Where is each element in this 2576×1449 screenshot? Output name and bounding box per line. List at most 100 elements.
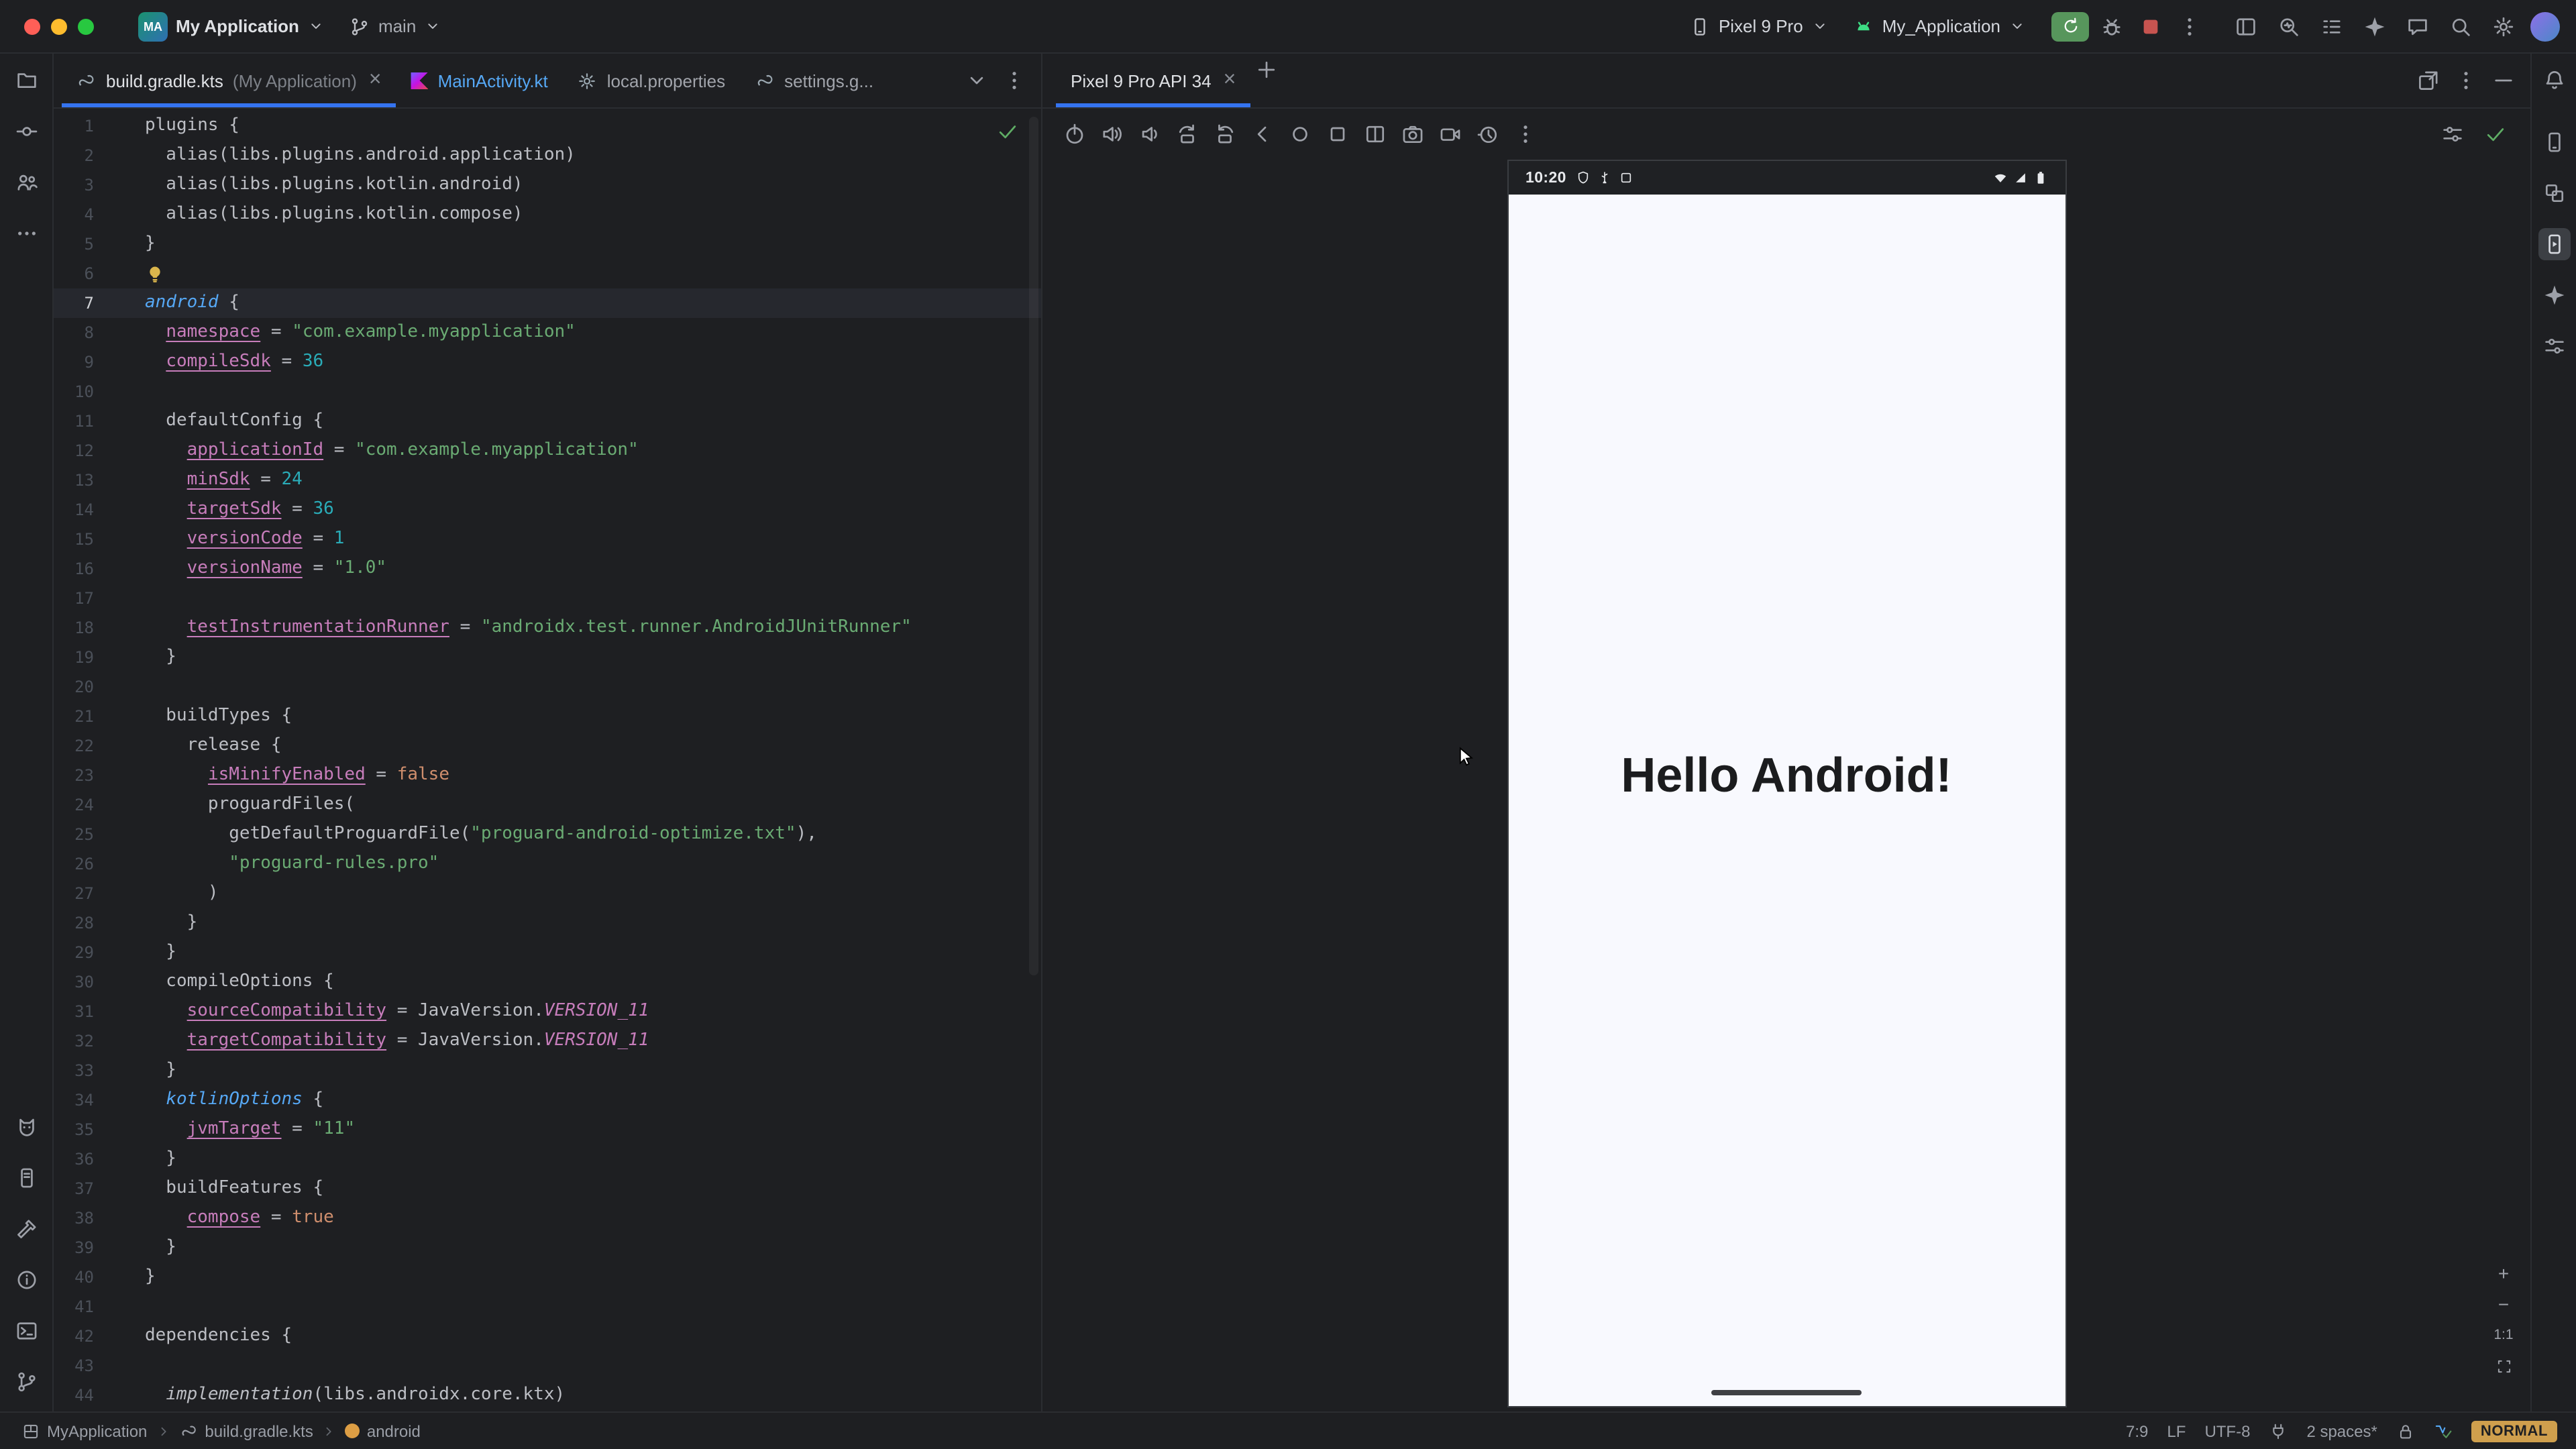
home-icon[interactable] (1284, 117, 1316, 150)
resource-manager-icon[interactable] (2538, 177, 2570, 209)
code-line[interactable]: 13 minSdk = 24 (54, 466, 1041, 495)
power-icon[interactable] (1059, 117, 1091, 150)
terminal-icon[interactable] (10, 1315, 42, 1347)
logcat-icon[interactable] (10, 1111, 42, 1143)
check-icon[interactable] (2479, 117, 2512, 150)
code-line[interactable]: 17 (54, 584, 1041, 613)
code-line[interactable]: 23 isMinifyEnabled = false (54, 761, 1041, 790)
editor-tab[interactable]: build.gradle.kts(My Application)× (62, 54, 396, 107)
code-line[interactable]: 35 jvmTarget = "11" (54, 1115, 1041, 1144)
code-line[interactable]: 4 alias(libs.plugins.kotlin.compose) (54, 200, 1041, 229)
debug-button[interactable] (2096, 10, 2128, 42)
code-line[interactable]: 44 implementation(libs.androidx.core.ktx… (54, 1381, 1041, 1410)
editor-tab[interactable]: settings.g... (740, 54, 888, 107)
breadcrumb-item[interactable]: android (345, 1421, 421, 1440)
open-window-icon[interactable] (2412, 64, 2445, 97)
minimize-icon[interactable] (2487, 64, 2520, 97)
zoom-to-fit-button[interactable] (2490, 1355, 2517, 1377)
code-search-icon[interactable] (2273, 10, 2305, 42)
code-line[interactable]: 32 targetCompatibility = JavaVersion.VER… (54, 1026, 1041, 1056)
emulator-screen[interactable]: 10:20 Hello Android! (1507, 160, 2066, 1407)
code-line[interactable]: 14 targetSdk = 36 (54, 495, 1041, 525)
code-line[interactable]: 16 versionName = "1.0" (54, 554, 1041, 584)
snapshots-icon[interactable] (1472, 117, 1504, 150)
inspections-ok-icon[interactable] (996, 119, 1020, 144)
volume-up-icon[interactable] (1096, 117, 1128, 150)
breadcrumb-item[interactable]: build.gradle.kts (179, 1421, 313, 1440)
device-manager-icon[interactable] (2538, 126, 2570, 158)
code-line[interactable]: 5} (54, 229, 1041, 259)
code-line[interactable]: 2 alias(libs.plugins.android.application… (54, 141, 1041, 170)
code-line[interactable]: 22 release { (54, 731, 1041, 761)
notifications-icon[interactable] (2538, 64, 2570, 97)
zoom-in-button[interactable]: + (2490, 1263, 2517, 1284)
more-vertical-icon[interactable] (2450, 64, 2482, 97)
code-line[interactable]: 39 } (54, 1233, 1041, 1263)
build-variants-icon[interactable] (2538, 330, 2570, 362)
pull-requests-icon[interactable] (10, 166, 42, 199)
code-line[interactable]: 8 namespace = "com.example.myapplication… (54, 318, 1041, 347)
more-run-actions-button[interactable] (2174, 10, 2206, 42)
fold-icon[interactable] (1359, 117, 1391, 150)
bulb-icon[interactable] (145, 264, 165, 284)
commit-icon[interactable] (10, 115, 42, 148)
device-selector[interactable]: Pixel 9 Pro (1680, 11, 1838, 41)
code-line[interactable]: 37 buildFeatures { (54, 1174, 1041, 1203)
device-explorer-icon[interactable] (10, 1162, 42, 1194)
zoom-out-button[interactable]: − (2490, 1293, 2517, 1315)
code-line[interactable]: 7android { (54, 288, 1041, 318)
minimize-window-button[interactable] (51, 18, 67, 34)
overview-icon[interactable] (1322, 117, 1354, 150)
close-tab-icon[interactable]: × (369, 70, 382, 91)
code-line[interactable]: 26 "proguard-rules.pro" (54, 849, 1041, 879)
close-window-button[interactable] (24, 18, 40, 34)
code-line[interactable]: 31 sourceCompatibility = JavaVersion.VER… (54, 997, 1041, 1026)
rotate-right-icon[interactable] (1209, 117, 1241, 150)
stop-button[interactable] (2135, 10, 2167, 42)
code-line[interactable]: 6 (54, 259, 1041, 288)
code-line[interactable]: 3 alias(libs.plugins.kotlin.android) (54, 170, 1041, 200)
vcs-branch-selector[interactable]: main (339, 11, 451, 41)
code-line[interactable]: 28 } (54, 908, 1041, 938)
lock-icon[interactable] (2396, 1421, 2415, 1440)
rerun-button[interactable] (2051, 11, 2089, 41)
breadcrumb-item[interactable]: MyApplication (21, 1421, 147, 1440)
volume-down-icon[interactable] (1134, 117, 1166, 150)
ideavim-icon[interactable] (2434, 1421, 2453, 1440)
code-line[interactable]: 40} (54, 1263, 1041, 1292)
build-icon[interactable] (10, 1213, 42, 1245)
line-separator-widget[interactable]: LF (2167, 1421, 2186, 1440)
gemini-icon[interactable] (2538, 279, 2570, 311)
project-selector[interactable]: MA My Application (129, 7, 334, 45)
editor-scrollbar[interactable] (1029, 117, 1038, 975)
code-editor[interactable]: 1plugins {2 alias(libs.plugins.android.a… (54, 109, 1041, 1411)
more-horizontal-icon[interactable] (10, 217, 42, 250)
code-line[interactable]: 34 kotlinOptions { (54, 1085, 1041, 1115)
code-line[interactable]: 43 (54, 1351, 1041, 1381)
code-line[interactable]: 29 } (54, 938, 1041, 967)
user-avatar[interactable] (2530, 11, 2560, 41)
editor-tab[interactable]: local.properties (563, 54, 740, 107)
code-line[interactable]: 21 buildTypes { (54, 702, 1041, 731)
code-line[interactable]: 24 proguardFiles( (54, 790, 1041, 820)
code-line[interactable]: 15 versionCode = 1 (54, 525, 1041, 554)
indent-widget[interactable]: 2 spaces* (2306, 1421, 2377, 1440)
project-icon[interactable] (10, 64, 42, 97)
device-tab[interactable]: Pixel 9 Pro API 34 × (1056, 54, 1250, 107)
settings-icon[interactable] (2487, 10, 2520, 42)
code-line[interactable]: 25 getDefaultProguardFile("proguard-andr… (54, 820, 1041, 849)
code-line[interactable]: 36 } (54, 1144, 1041, 1174)
code-line[interactable]: 33 } (54, 1056, 1041, 1085)
checklist-icon[interactable] (2316, 10, 2348, 42)
feedback-icon[interactable] (2402, 10, 2434, 42)
run-configuration-selector[interactable]: My_Application (1843, 11, 2035, 41)
add-device-tab-button[interactable] (1250, 54, 1283, 86)
gemini-icon[interactable] (2359, 10, 2391, 42)
code-line[interactable]: 20 (54, 672, 1041, 702)
zoom-reset-button[interactable]: 1:1 (2490, 1324, 2517, 1346)
code-line[interactable]: 38 compose = true (54, 1203, 1041, 1233)
encoding-widget[interactable]: UTF-8 (2204, 1421, 2250, 1440)
code-line[interactable]: 30 compileOptions { (54, 967, 1041, 997)
screenshot-icon[interactable] (1397, 117, 1429, 150)
version-control-icon[interactable] (10, 1366, 42, 1398)
